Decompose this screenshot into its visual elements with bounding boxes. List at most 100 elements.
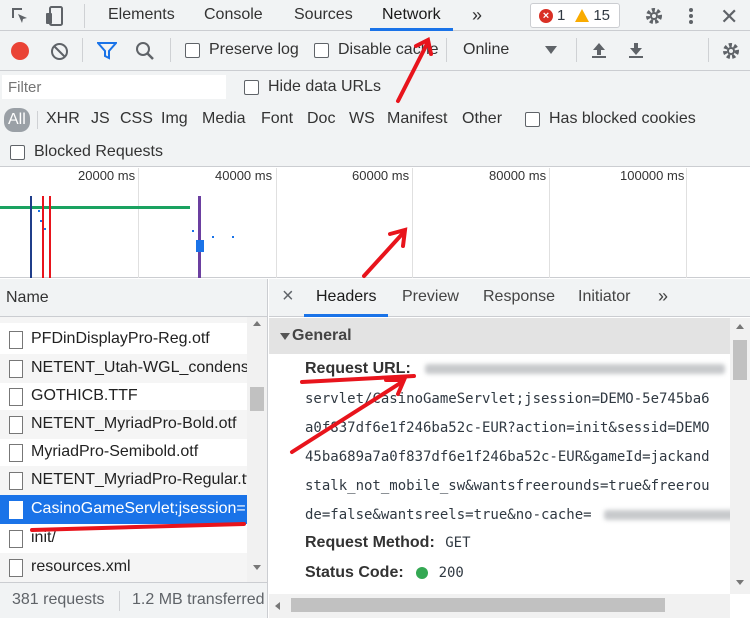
filter-input[interactable]	[2, 75, 226, 99]
grid-line	[412, 168, 413, 278]
close-details-icon[interactable]: ×	[282, 285, 294, 308]
checkbox-box[interactable]	[244, 79, 259, 95]
list-item[interactable]	[0, 317, 247, 323]
more-tabs-button[interactable]: »	[472, 0, 482, 31]
inspect-element-icon[interactable]	[10, 6, 30, 26]
checkbox-box[interactable]	[185, 42, 200, 58]
tab-console[interactable]: Console	[204, 0, 263, 31]
type-js[interactable]: JS	[91, 110, 110, 128]
table-row[interactable]: MyriadPro-Semibold.otf	[0, 438, 247, 467]
error-count: 1	[557, 7, 566, 24]
headers-content	[269, 354, 730, 594]
device-toolbar-icon[interactable]	[44, 5, 66, 27]
disable-cache-label: Disable cache	[338, 41, 439, 58]
has-blocked-cookies-checkbox[interactable]: Has blocked cookies	[525, 110, 696, 128]
tab-elements[interactable]: Elements	[108, 0, 175, 31]
record-button[interactable]	[11, 42, 29, 60]
divider	[170, 38, 171, 62]
checkbox-box[interactable]	[314, 42, 329, 58]
request-name: NETENT_MyriadPro-Bold.otf	[31, 415, 237, 432]
scrollbar-thumb[interactable]	[291, 598, 665, 612]
details-horizontal-scrollbar[interactable]	[269, 594, 730, 618]
type-font[interactable]: Font	[261, 110, 293, 128]
error-icon: ×	[539, 8, 553, 23]
tick-label: 100000 ms	[620, 168, 685, 183]
type-ws[interactable]: WS	[349, 110, 375, 128]
file-icon	[9, 501, 23, 519]
table-row[interactable]: NETENT_Utah-WGL_condensed	[0, 354, 247, 383]
type-all[interactable]: All	[4, 108, 30, 132]
grid-line	[686, 168, 687, 278]
checkbox-box[interactable]	[525, 111, 540, 127]
url-line: a0f837df6e1f246ba52c-EUR?action=init&ses…	[305, 420, 710, 436]
type-css[interactable]: CSS	[120, 110, 153, 128]
warning-count: 15	[593, 7, 611, 24]
type-doc[interactable]: Doc	[307, 110, 335, 128]
divider	[84, 4, 85, 28]
url-line: stalk_not_mobile_sw&wantsfreerounds=true…	[305, 478, 710, 494]
file-icon	[9, 444, 23, 462]
filter-funnel-icon[interactable]	[95, 42, 119, 60]
table-row[interactable]: init/	[0, 524, 247, 553]
scroll-up-arrow-icon[interactable]	[736, 324, 744, 329]
tab-network[interactable]: Network	[370, 0, 453, 31]
export-har-icon[interactable]	[628, 41, 644, 59]
divider	[446, 38, 447, 62]
tab-preview[interactable]: Preview	[402, 288, 459, 306]
grid-line	[276, 168, 277, 278]
table-row[interactable]: PFDinDisplayPro-Reg.otf	[0, 325, 247, 354]
throttling-value: Online	[463, 41, 510, 58]
divider	[119, 591, 120, 611]
request-name: resources.xml	[31, 558, 131, 575]
blocked-requests-checkbox[interactable]: Blocked Requests	[10, 143, 163, 161]
scroll-down-arrow-icon[interactable]	[253, 565, 261, 570]
import-har-icon[interactable]	[591, 41, 607, 59]
name-column-header[interactable]: Name	[0, 279, 268, 317]
divider	[708, 38, 709, 62]
search-icon[interactable]	[135, 41, 155, 61]
request-list-scrollbar[interactable]	[247, 317, 267, 582]
type-manifest[interactable]: Manifest	[387, 110, 447, 128]
table-row-selected[interactable]: CasinoGameServlet;jsession=...	[0, 495, 247, 524]
request-name: PFDinDisplayPro-Reg.otf	[31, 330, 210, 347]
status-code-label: Status Code:	[305, 564, 404, 581]
checkbox-box[interactable]	[10, 144, 25, 160]
request-name: CasinoGameServlet;jsession=...	[31, 500, 247, 517]
disable-cache-checkbox[interactable]: Disable cache	[314, 41, 439, 59]
request-name: GOTHICB.TTF	[31, 387, 138, 404]
tab-response[interactable]: Response	[483, 288, 555, 306]
settings-gear-icon[interactable]	[643, 5, 665, 27]
tab-sources[interactable]: Sources	[294, 0, 353, 31]
type-other[interactable]: Other	[462, 110, 502, 128]
file-icon	[9, 331, 23, 349]
table-row[interactable]: NETENT_MyriadPro-Bold.otf	[0, 410, 247, 439]
request-count: 381 requests	[12, 591, 105, 608]
request-name: MyriadPro-Semibold.otf	[31, 443, 199, 460]
network-settings-gear-icon[interactable]	[720, 40, 742, 62]
details-scrollbar[interactable]	[730, 318, 750, 594]
throttling-select[interactable]: Online	[463, 41, 563, 59]
kebab-menu-icon[interactable]	[686, 6, 696, 26]
type-img[interactable]: Img	[161, 110, 188, 128]
issues-counter[interactable]: × 1 15	[530, 3, 620, 28]
type-media[interactable]: Media	[202, 110, 246, 128]
type-xhr[interactable]: XHR	[46, 110, 80, 128]
hide-data-urls-checkbox[interactable]: Hide data URLs	[244, 78, 381, 96]
tab-headers[interactable]: Headers	[304, 288, 389, 317]
general-section-header[interactable]: General	[269, 318, 730, 354]
more-detail-tabs-button[interactable]: »	[658, 286, 668, 307]
general-section-title: General	[292, 327, 352, 344]
preserve-log-checkbox[interactable]: Preserve log	[185, 41, 299, 59]
table-row[interactable]: NETENT_MyriadPro-Regular.ttf	[0, 466, 247, 495]
table-row[interactable]: resources.xml	[0, 553, 247, 582]
scroll-down-arrow-icon[interactable]	[736, 580, 744, 585]
scrollbar-thumb[interactable]	[733, 340, 747, 380]
scrollbar-thumb[interactable]	[250, 387, 264, 411]
scroll-left-arrow-icon[interactable]	[275, 602, 280, 610]
status-code-value: 200	[438, 565, 464, 581]
tab-initiator[interactable]: Initiator	[578, 288, 630, 306]
close-devtools-icon[interactable]: ✕	[720, 4, 738, 30]
scroll-up-arrow-icon[interactable]	[253, 321, 261, 326]
clear-icon[interactable]	[50, 42, 69, 61]
table-row[interactable]: GOTHICB.TTF	[0, 382, 247, 411]
